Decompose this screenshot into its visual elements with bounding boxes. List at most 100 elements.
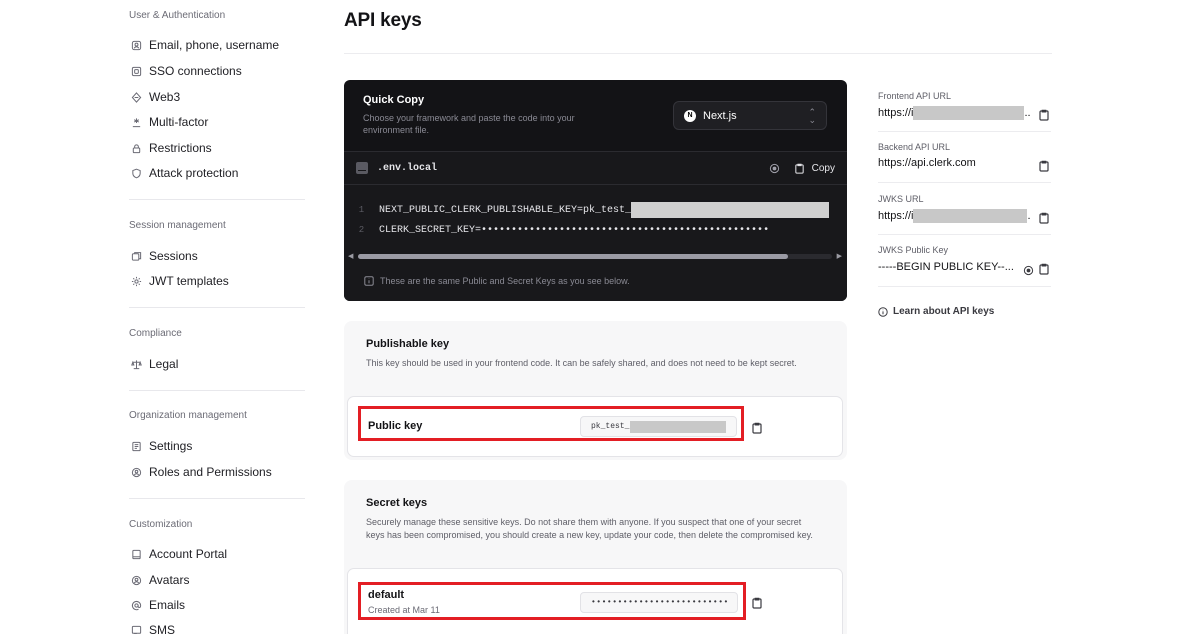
sidebar-item-restrictions[interactable]: Restrictions xyxy=(130,138,212,158)
sidebar-item-email-phone-username[interactable]: Email, phone, username xyxy=(130,35,279,55)
clipboard-icon xyxy=(752,422,762,434)
gear-icon xyxy=(130,275,142,287)
clipboard-icon xyxy=(794,163,804,174)
jwks-public-key-value: -----BEGIN PUBLIC KEY--... xyxy=(878,261,1014,273)
publishable-key-title: Publishable key xyxy=(366,338,450,350)
right-divider xyxy=(878,131,1051,132)
clipboard-icon xyxy=(752,597,762,609)
copy-jwks-public-key-button[interactable] xyxy=(1038,262,1050,275)
sidebar-item-label: Legal xyxy=(149,357,179,371)
public-key-highlight xyxy=(358,406,744,441)
sidebar-item-attack-protection[interactable]: Attack protection xyxy=(130,163,238,183)
sidebar-item-emails[interactable]: Emails xyxy=(130,595,185,615)
sidebar-item-label: Sessions xyxy=(149,249,198,263)
sidebar-item-label: Settings xyxy=(149,439,193,453)
code-note-text: These are the same Public and Secret Key… xyxy=(380,276,630,286)
sidebar-item-sessions[interactable]: Sessions xyxy=(130,246,198,266)
right-divider xyxy=(878,182,1051,183)
frontend-api-url-text: https://i xyxy=(878,107,914,119)
copy-secret-key-button[interactable] xyxy=(751,596,763,609)
frontend-api-url-ellipsis: .. xyxy=(1024,107,1031,119)
horizontal-scrollbar[interactable]: ◀ ▶ xyxy=(348,253,842,260)
copy-frontend-url-button[interactable] xyxy=(1038,108,1050,121)
scroll-left-icon[interactable]: ◀ xyxy=(348,253,353,260)
code-text: NEXT_PUBLIC_CLERK_PUBLISHABLE_KEY=pk_tes… xyxy=(379,204,632,216)
sidebar-item-legal[interactable]: Legal xyxy=(130,354,178,374)
file-icon xyxy=(356,162,368,174)
sms-icon xyxy=(130,624,142,634)
secret-key-highlight xyxy=(358,582,746,620)
sidebar-section-title: Session management xyxy=(129,220,226,231)
sidebar-divider xyxy=(129,498,305,499)
copy-backend-url-button[interactable] xyxy=(1038,159,1050,172)
multi-factor-icon xyxy=(130,116,142,128)
code-text: CLERK_SECRET_KEY=•••••••••••••••••••••••… xyxy=(379,224,770,236)
at-icon xyxy=(130,599,142,611)
code-note: These are the same Public and Secret Key… xyxy=(364,276,630,286)
sidebar-item-multi-factor[interactable]: Multi-factor xyxy=(130,112,208,132)
sidebar-item-label: Restrictions xyxy=(149,141,212,155)
eye-icon xyxy=(1023,265,1034,276)
secret-keys-description: Securely manage these sensitive keys. Do… xyxy=(366,517,813,540)
sidebar-item-roles-and-permissions[interactable]: Roles and Permissions xyxy=(130,462,272,482)
code-lines: 1 NEXT_PUBLIC_CLERK_PUBLISHABLE_KEY=pk_t… xyxy=(344,200,847,240)
sidebar-item-jwt-templates[interactable]: JWT templates xyxy=(130,271,229,291)
sidebar-item-sms[interactable]: SMS xyxy=(130,620,175,634)
sidebar-item-label: Emails xyxy=(149,598,186,612)
info-icon xyxy=(364,276,374,286)
sso-icon xyxy=(130,65,142,77)
sidebar: User & Authentication Email, phone, user… xyxy=(0,0,320,634)
sidebar-item-avatars[interactable]: Avatars xyxy=(130,570,189,590)
shield-icon xyxy=(130,167,142,179)
framework-select[interactable]: N Next.js ⌃ ⌄ xyxy=(673,101,827,130)
quick-copy-description: Choose your framework and paste the code… xyxy=(363,113,575,135)
scrollbar-thumb[interactable] xyxy=(358,254,788,259)
nextjs-logo-icon: N xyxy=(684,109,696,122)
clipboard-icon xyxy=(1039,263,1049,275)
frontend-api-url-value: https://i .. xyxy=(878,106,1031,120)
learn-link-label: Learn about API keys xyxy=(893,306,995,317)
sidebar-item-label: Avatars xyxy=(149,573,190,587)
code-file-bar: .env.local Copy xyxy=(344,152,847,185)
sidebar-section-title: User & Authentication xyxy=(129,10,226,21)
reveal-public-key-button[interactable] xyxy=(1023,263,1034,276)
sidebar-item-sso-connections[interactable]: SSO connections xyxy=(130,61,242,81)
sidebar-item-label: Attack protection xyxy=(149,166,239,180)
copy-public-key-button[interactable] xyxy=(751,421,763,434)
sidebar-item-web3[interactable]: Web3 xyxy=(130,87,180,107)
sidebar-item-label: Web3 xyxy=(149,90,181,104)
copy-jwks-url-button[interactable] xyxy=(1038,211,1050,224)
line-number: 1 xyxy=(358,205,365,215)
clipboard-icon xyxy=(1039,212,1049,224)
copy-env-button[interactable]: Copy xyxy=(794,163,835,174)
quick-copy-card: Quick Copy Choose your framework and pas… xyxy=(344,80,847,301)
page-title: API keys xyxy=(344,10,422,31)
sidebar-item-label: Roles and Permissions xyxy=(149,465,272,479)
secret-keys-title: Secret keys xyxy=(366,497,428,509)
chevron-up-down-icon: ⌃ ⌄ xyxy=(808,106,816,125)
sidebar-item-label: Account Portal xyxy=(149,547,228,561)
jwks-url-value: https://i . xyxy=(878,209,1031,223)
reveal-secret-button[interactable] xyxy=(768,161,782,175)
title-divider xyxy=(344,53,1052,54)
file-name: .env.local xyxy=(377,162,438,174)
learn-about-api-keys-link[interactable]: Learn about API keys xyxy=(878,306,994,317)
framework-name: Next.js xyxy=(703,109,737,122)
scroll-right-icon[interactable]: ▶ xyxy=(837,253,842,260)
quick-copy-title: Quick Copy xyxy=(363,94,425,106)
sidebar-divider xyxy=(129,307,305,308)
sidebar-item-account-portal[interactable]: Account Portal xyxy=(130,544,227,564)
sidebar-item-label: Email, phone, username xyxy=(149,38,280,52)
contact-icon xyxy=(130,39,142,51)
redacted-key xyxy=(631,202,830,218)
sidebar-item-settings[interactable]: Settings xyxy=(130,436,192,456)
jwks-url-ellipsis: . xyxy=(1027,210,1031,222)
jwks-url-label: JWKS URL xyxy=(878,194,924,204)
sidebar-section-title: Customization xyxy=(129,519,193,530)
redacted-url xyxy=(913,209,1028,223)
clipboard-icon xyxy=(1039,109,1049,121)
frontend-api-url-label: Frontend API URL xyxy=(878,91,952,101)
roles-icon xyxy=(130,466,142,478)
sidebar-section-title: Compliance xyxy=(129,328,182,339)
sidebar-item-label: Multi-factor xyxy=(149,115,209,129)
